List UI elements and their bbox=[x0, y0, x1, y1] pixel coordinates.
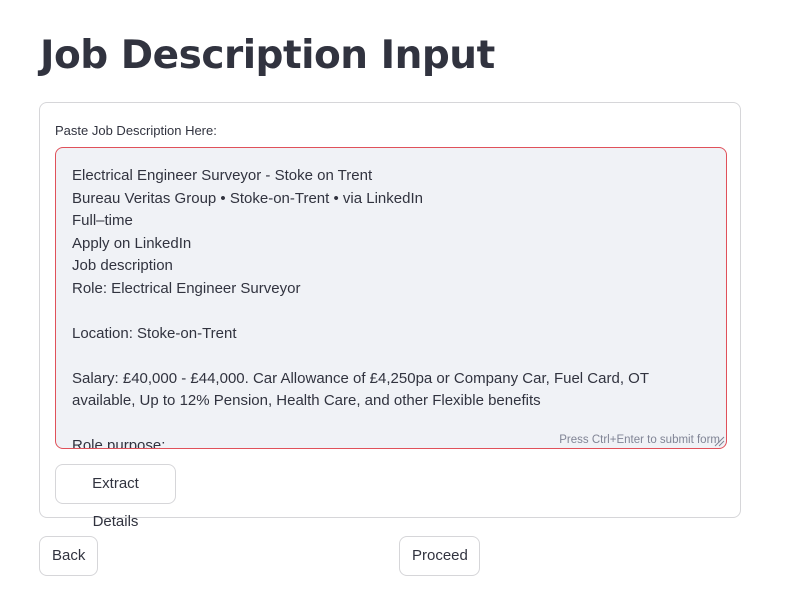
back-button[interactable]: Back bbox=[39, 536, 98, 576]
page: Job Description Input Paste Job Descript… bbox=[0, 0, 789, 608]
textarea-content[interactable]: Electrical Engineer Surveyor - Stoke on … bbox=[72, 165, 710, 448]
proceed-button[interactable]: Proceed bbox=[399, 536, 480, 576]
page-title: Job Description Input bbox=[40, 33, 495, 78]
textarea-label: Paste Job Description Here: bbox=[55, 123, 217, 138]
submit-hint: Press Ctrl+Enter to submit form bbox=[555, 434, 720, 446]
extract-details-button[interactable]: Extract Details bbox=[55, 464, 176, 530]
job-description-form: Paste Job Description Here: Electrical E… bbox=[39, 102, 741, 530]
job-description-textarea[interactable]: Electrical Engineer Surveyor - Stoke on … bbox=[55, 147, 727, 449]
resize-handle-icon[interactable] bbox=[713, 435, 725, 447]
